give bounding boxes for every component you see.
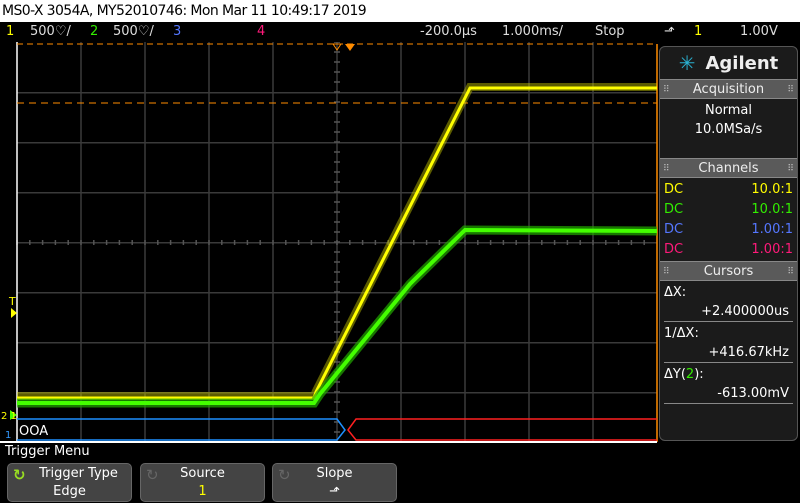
window-title: MS0-X 3054A, MY52010746: Mon Mar 11 10:4…: [0, 0, 800, 22]
plot-bottom-border: [0, 441, 657, 443]
ch1-label[interactable]: 1: [6, 22, 14, 42]
menu-title: Trigger Menu: [5, 444, 90, 459]
ch4-label[interactable]: 4: [257, 22, 265, 42]
trigger-point-marker-icon: [345, 44, 355, 51]
bus-waveform-blue: [17, 418, 346, 441]
trigger-level[interactable]: 1.00V: [740, 22, 778, 42]
channel-row-3: DC 1.00:1: [664, 222, 793, 237]
trigger-type-softkey[interactable]: ↻ Trigger Type Edge: [7, 463, 132, 502]
bus-index: 1: [5, 430, 11, 441]
rotate-knob-icon: ↻: [278, 466, 291, 484]
rising-edge-icon: ⬏: [664, 24, 675, 39]
ch2-scale[interactable]: 500♡/: [113, 22, 154, 42]
trigger-level-arrow-icon[interactable]: [11, 308, 17, 318]
acquisition-mode: Normal: [704, 103, 753, 118]
run-state[interactable]: Stop: [595, 22, 625, 42]
sample-rate: 10.0MSa/s: [694, 122, 763, 137]
status-bar: 1 500♡/ 2 500♡/ 3 4 -200.0µs 1.000ms/ St…: [0, 22, 800, 42]
horizontal-delay[interactable]: -200.0µs: [420, 22, 477, 42]
ground-labels: 2 1: [1, 411, 17, 422]
trigger-level-marker[interactable]: T: [8, 295, 16, 308]
channels-header[interactable]: Channels: [660, 158, 797, 179]
channel-row-2: DC 10.0:1: [664, 202, 793, 217]
acquisition-header[interactable]: Acquisition: [660, 79, 797, 100]
waveform-display[interactable]: T 2 1 1 OOA: [0, 42, 659, 442]
channel-row-1: DC 10.0:1: [664, 182, 793, 197]
delta-x-label: ΔX:: [664, 285, 687, 300]
channel-row-4: DC 1.00:1: [664, 242, 793, 257]
rotate-knob-icon: ↻: [146, 466, 159, 484]
inverse-delta-x-label: 1/ΔX:: [664, 326, 699, 341]
cursors-header[interactable]: Cursors: [660, 261, 797, 282]
delta-y-value: -613.00mV: [664, 384, 793, 404]
delta-y-label: ΔY(2):: [664, 367, 704, 382]
side-panel: ✳ Agilent Acquisition Normal 10.0MSa/s C…: [659, 46, 798, 441]
bus-label: OOA: [19, 424, 48, 439]
source-softkey[interactable]: ↻ Source 1: [140, 463, 265, 502]
bus-waveform-red: [347, 418, 657, 441]
trigger-source[interactable]: 1: [694, 22, 702, 42]
ch1-scale[interactable]: 500♡/: [30, 22, 71, 42]
delta-x-value: +2.400000us: [664, 302, 793, 322]
slope-softkey[interactable]: ↻ Slope ⬏: [272, 463, 397, 502]
agilent-spark-icon: ✳: [678, 51, 696, 75]
rotate-knob-icon: ↻: [13, 466, 26, 484]
inverse-delta-x-value: +416.67kHz: [664, 343, 793, 363]
timebase[interactable]: 1.000ms/: [502, 22, 563, 42]
brand-logo: Agilent: [705, 52, 779, 74]
ch2-label[interactable]: 2: [90, 22, 98, 42]
ch3-label[interactable]: 3: [173, 22, 181, 42]
